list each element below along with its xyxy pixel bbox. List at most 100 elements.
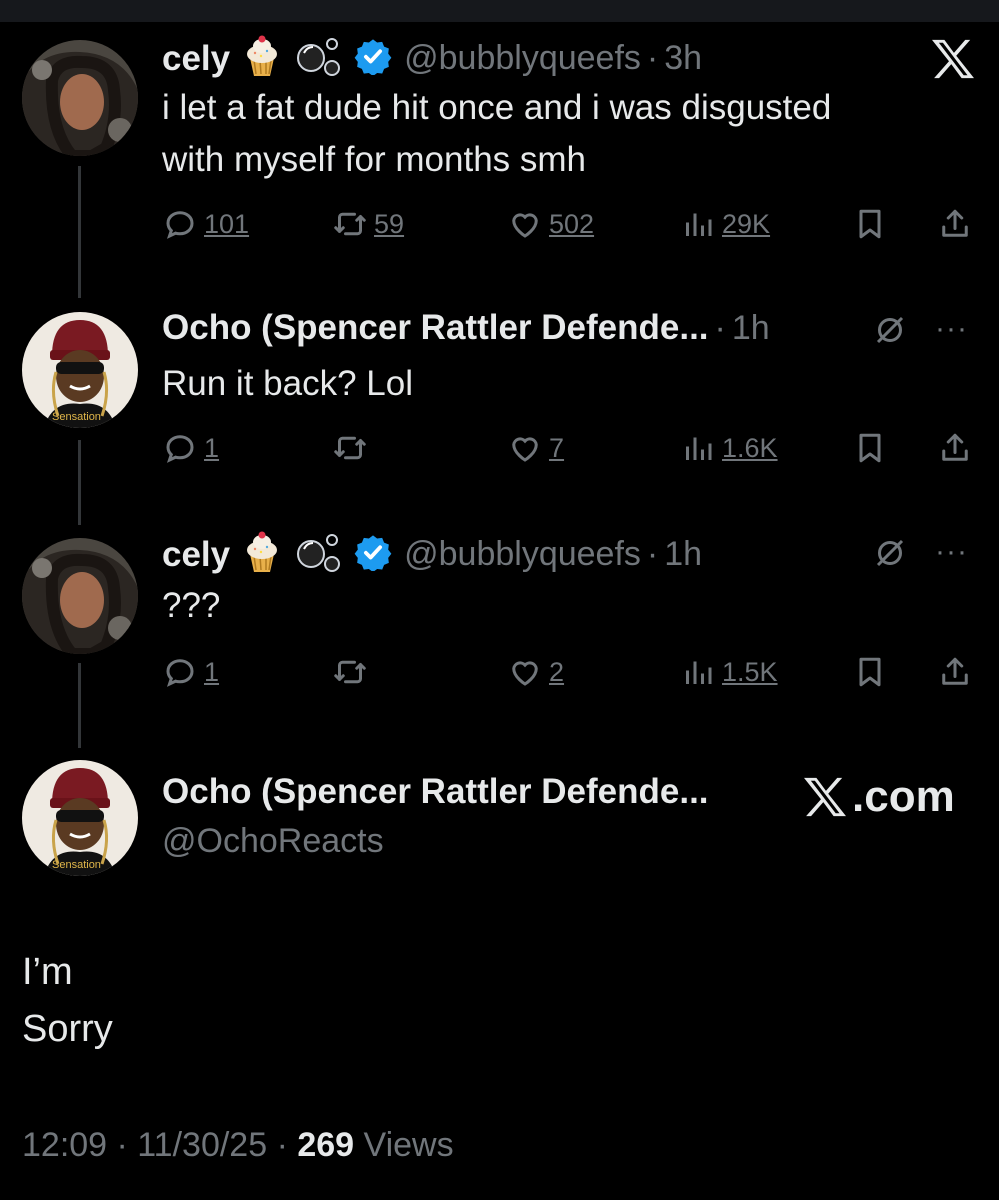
main-tweet-handle-row: @OchoReacts: [162, 822, 384, 861]
avatar-cely[interactable]: [22, 538, 138, 654]
reply-button[interactable]: 101: [162, 206, 249, 242]
cupcake-icon: [240, 530, 284, 579]
heart-icon: [512, 213, 538, 238]
muted-conversation-icon: [872, 535, 908, 576]
tweet-text-line: with myself for months smh: [162, 140, 586, 179]
bubbles-icon: [294, 34, 344, 83]
share-icon: [942, 209, 968, 237]
retweet-icon: [334, 436, 366, 460]
reply-icon: [166, 435, 194, 463]
tweet-text: i let a fat dude hit once and i was disg…: [162, 82, 831, 186]
avatar-image: [22, 40, 138, 156]
action-bar: 1 2 1.5K: [162, 654, 977, 698]
views-number: 269: [297, 1126, 355, 1164]
views-count: 29K: [722, 208, 771, 239]
retweet-button[interactable]: [332, 430, 368, 466]
tweet-text: Run it back? Lol: [162, 358, 413, 410]
separator-dot: ·: [646, 535, 659, 573]
reply-icon: [166, 211, 194, 239]
like-button[interactable]: 2: [507, 654, 564, 690]
retweet-button[interactable]: [332, 654, 368, 690]
reply-count: 101: [204, 208, 250, 239]
views-count: 1.6K: [722, 432, 778, 463]
retweet-icon: [334, 212, 366, 236]
reply-button[interactable]: 1: [162, 654, 219, 690]
like-button[interactable]: 7: [507, 430, 564, 466]
heart-icon: [512, 437, 538, 462]
tweet-text: ???: [162, 580, 220, 632]
views-button[interactable]: 1.5K: [680, 654, 778, 690]
reply-icon: [166, 659, 194, 687]
thread-connector: [78, 166, 81, 298]
tweet-header: Ocho (Spencer Rattler Defende... · 1h: [162, 308, 770, 348]
bookmark-button[interactable]: [852, 654, 888, 690]
analytics-icon: [686, 437, 712, 460]
heart-icon: [512, 661, 538, 686]
display-name[interactable]: Ocho (Spencer Rattler Defende...: [162, 308, 709, 348]
share-button[interactable]: [937, 206, 973, 242]
views-button[interactable]: 29K: [680, 206, 770, 242]
retweet-icon: [334, 660, 366, 684]
avatar-image: Sensation: [22, 312, 138, 428]
verified-badge-icon: [354, 533, 392, 576]
x-com-brand: .com: [802, 772, 955, 822]
retweet-button[interactable]: 59: [332, 206, 404, 242]
separator-dot: ·: [714, 308, 726, 347]
cupcake-icon: [240, 34, 284, 83]
main-tweet-text: I’m Sorry: [22, 944, 113, 1058]
like-button[interactable]: 502: [507, 206, 594, 242]
display-name[interactable]: cely: [162, 535, 230, 575]
tweet-text-line: Run it back? Lol: [162, 364, 413, 403]
action-bar: 101 59 502 29K: [162, 206, 977, 250]
views-button[interactable]: 1.6K: [680, 430, 778, 466]
tweet-time[interactable]: 1h: [664, 535, 702, 574]
user-handle[interactable]: @bubblyqueefs: [404, 535, 641, 574]
retweet-count: 59: [374, 208, 405, 239]
tweet-text-line: Sorry: [22, 1008, 113, 1050]
display-name[interactable]: cely: [162, 39, 230, 79]
action-bar: 1 7 1.6K: [162, 430, 977, 474]
share-icon: [942, 657, 968, 685]
views-label: Views: [363, 1126, 454, 1164]
avatar-ocho[interactable]: Sensation: [22, 760, 138, 876]
more-options-button[interactable]: ···: [935, 535, 968, 569]
main-tweet-header: Ocho (Spencer Rattler Defende...: [162, 772, 709, 812]
separator-dot: ·: [646, 39, 659, 77]
user-handle[interactable]: @OchoReacts: [162, 822, 384, 861]
share-button[interactable]: [937, 654, 973, 690]
reply-count: 1: [204, 656, 220, 687]
muted-conversation-icon: [872, 312, 908, 353]
bookmark-icon: [859, 209, 881, 239]
bookmark-icon: [859, 657, 881, 687]
tweet-timestamp[interactable]: 12:09 · 11/30/25 ·: [22, 1126, 288, 1164]
avatar-cely[interactable]: [22, 40, 138, 156]
tweet-time[interactable]: 1h: [732, 309, 770, 348]
thread-connector: [78, 440, 81, 525]
tweet-text-line: ???: [162, 586, 221, 625]
bubbles-icon: [294, 530, 344, 579]
thread-connector: [78, 663, 81, 748]
tweet-text-line: I’m: [22, 951, 73, 993]
tweet-text-line: i let a fat dude hit once and i was disg…: [162, 88, 832, 127]
like-count: 502: [549, 208, 595, 239]
tweet-meta: 12:09 · 11/30/25 · 269 Views: [22, 1126, 454, 1165]
status-bar: [0, 0, 999, 22]
avatar-image: Sensation: [22, 760, 138, 876]
bookmark-button[interactable]: [852, 206, 888, 242]
x-logo-icon: [804, 777, 846, 817]
like-count: 2: [549, 656, 565, 687]
user-handle[interactable]: @bubblyqueefs: [404, 39, 641, 78]
x-logo-icon: [930, 38, 976, 85]
more-options-button[interactable]: ···: [935, 312, 968, 346]
display-name[interactable]: Ocho (Spencer Rattler Defende...: [162, 772, 709, 812]
avatar-caption: Sensation: [52, 411, 101, 423]
like-count: 7: [549, 432, 565, 463]
share-button[interactable]: [937, 430, 973, 466]
share-icon: [942, 433, 968, 461]
avatar-caption: Sensation: [52, 859, 101, 871]
bookmark-button[interactable]: [852, 430, 888, 466]
tweet-time[interactable]: 3h: [664, 39, 702, 78]
avatar-ocho[interactable]: Sensation: [22, 312, 138, 428]
brand-text: .com: [852, 772, 955, 821]
reply-button[interactable]: 1: [162, 430, 219, 466]
